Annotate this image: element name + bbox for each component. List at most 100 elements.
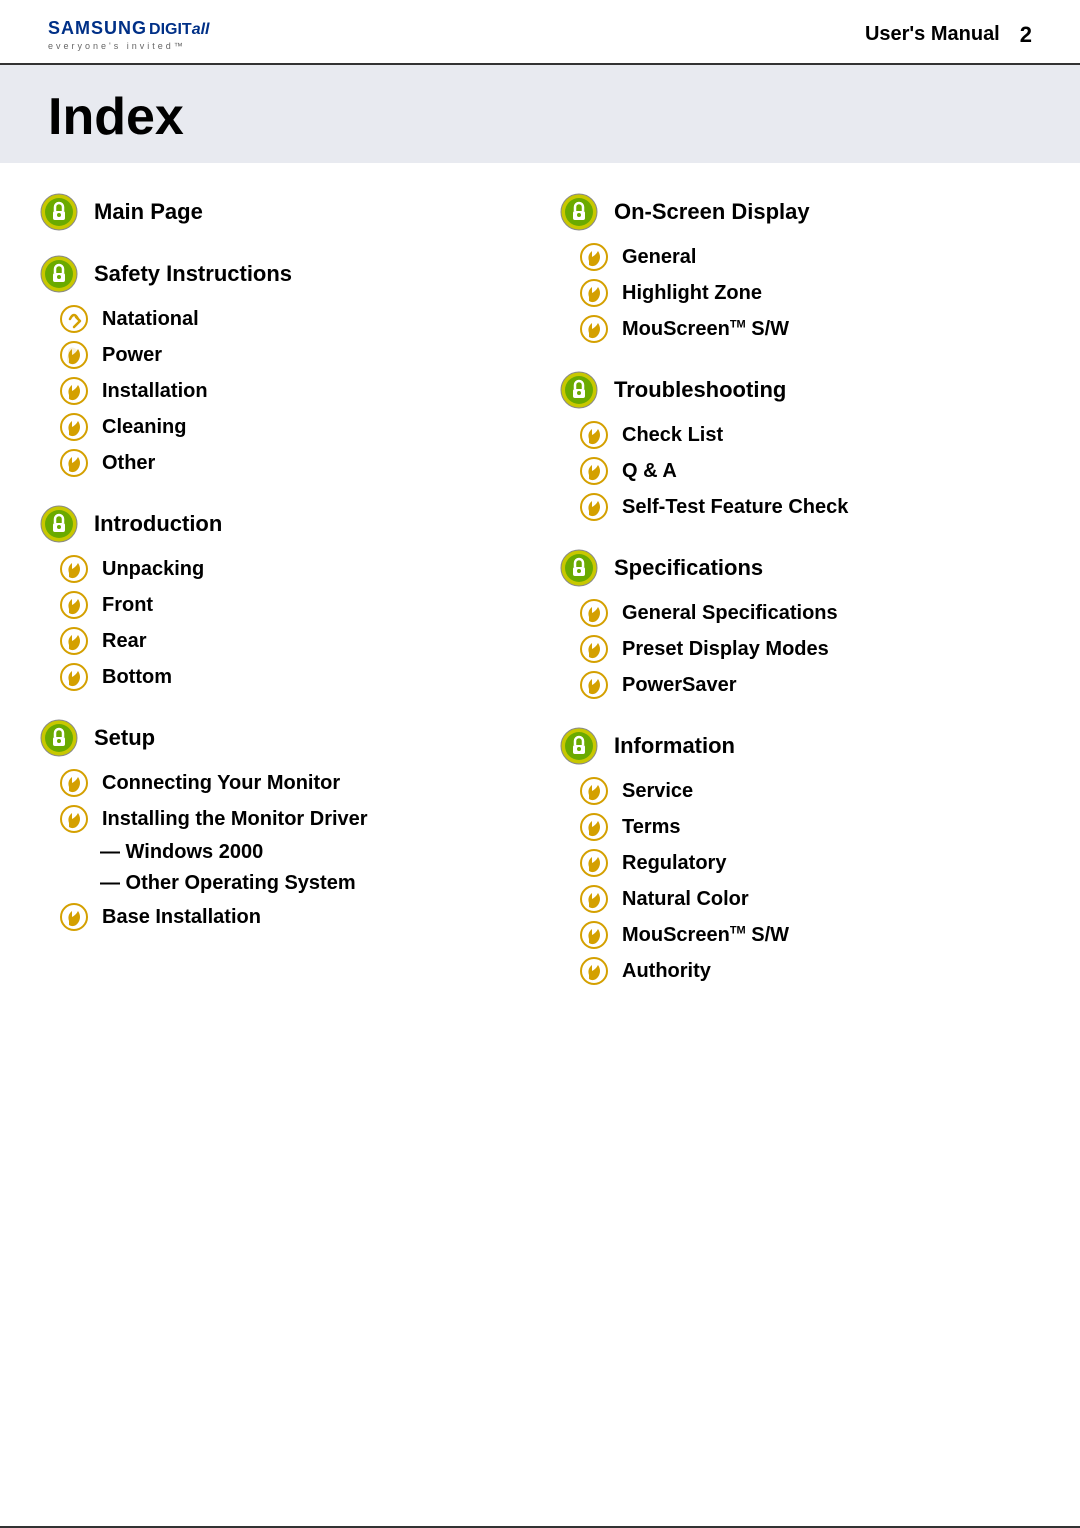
sub-arrow-icon [580, 813, 608, 841]
safety-icon[interactable] [40, 255, 78, 293]
item-terms[interactable]: Terms [560, 809, 1040, 845]
sub-arrow-icon [60, 341, 88, 369]
section-troubleshooting-title: Troubleshooting [614, 377, 786, 403]
item-rear-label: Rear [102, 630, 146, 653]
sub-arrow-icon [60, 555, 88, 583]
logo-samsung: SAMSUNG [48, 18, 147, 39]
item-unpacking[interactable]: Unpacking [40, 551, 520, 587]
item-bottom-label: Bottom [102, 666, 172, 689]
column-right: On-Screen Display General Highlight Zone… [540, 193, 1040, 1486]
section-information-header: Information [560, 727, 1040, 765]
section-osd-title: On-Screen Display [614, 199, 810, 225]
item-qanda[interactable]: Q & A [560, 453, 1040, 489]
page-wrapper: SAMSUNG DIGITall everyone's invited™ Use… [0, 0, 1080, 1528]
troubleshooting-icon[interactable] [560, 371, 598, 409]
item-authority[interactable]: Authority [560, 953, 1040, 989]
sub-arrow-icon [580, 885, 608, 913]
section-setup: Setup Connecting Your Monitor Installing… [40, 719, 520, 935]
section-osd-header: On-Screen Display [560, 193, 1040, 231]
item-front-label: Front [102, 594, 153, 617]
item-preset-display-label: Preset Display Modes [622, 638, 829, 661]
sub-arrow-icon [580, 243, 608, 271]
item-unpacking-label: Unpacking [102, 558, 204, 581]
logo-digit: DIGITall [149, 21, 209, 39]
item-cleaning-label: Cleaning [102, 416, 186, 439]
osd-icon[interactable] [560, 193, 598, 231]
item-other-os-label: — Other Operating System [100, 872, 356, 895]
header-page: 2 [1020, 22, 1032, 48]
sub-arrow-icon [580, 921, 608, 949]
header-title: User's Manual [865, 23, 1000, 46]
item-connecting-monitor[interactable]: Connecting Your Monitor [40, 765, 520, 801]
item-bottom[interactable]: Bottom [40, 659, 520, 695]
section-main-page-header: Main Page [40, 193, 520, 231]
item-rear[interactable]: Rear [40, 623, 520, 659]
item-power-label: Power [102, 344, 162, 367]
item-natational[interactable]: Natational [40, 301, 520, 337]
specifications-icon[interactable] [560, 549, 598, 587]
item-cleaning[interactable]: Cleaning [40, 409, 520, 445]
header: SAMSUNG DIGITall everyone's invited™ Use… [0, 0, 1080, 65]
item-general[interactable]: General [560, 239, 1040, 275]
logo-tagline: everyone's invited™ [48, 41, 186, 51]
section-setup-header: Setup [40, 719, 520, 757]
item-general-label: General [622, 246, 696, 269]
section-safety: Safety Instructions Natational [40, 255, 520, 481]
sub-arrow-icon [580, 457, 608, 485]
section-introduction-title: Introduction [94, 511, 222, 537]
section-safety-title: Safety Instructions [94, 261, 292, 287]
sub-arrow-icon [580, 671, 608, 699]
section-main-page: Main Page [40, 193, 520, 231]
section-setup-title: Setup [94, 725, 155, 751]
main-page-icon[interactable] [40, 193, 78, 231]
section-troubleshooting: Troubleshooting Check List Q & A Self-Te… [560, 371, 1040, 525]
item-preset-display[interactable]: Preset Display Modes [560, 631, 1040, 667]
item-other[interactable]: Other [40, 445, 520, 481]
index-title-bar: Index [0, 65, 1080, 163]
item-natational-label: Natational [102, 308, 199, 331]
item-regulatory-label: Regulatory [622, 852, 726, 875]
item-windows-2000-label: — Windows 2000 [100, 841, 263, 864]
item-installation-label: Installation [102, 380, 208, 403]
item-self-test-label: Self-Test Feature Check [622, 496, 848, 519]
information-icon[interactable] [560, 727, 598, 765]
sub-arrow-icon [60, 591, 88, 619]
introduction-icon[interactable] [40, 505, 78, 543]
section-osd: On-Screen Display General Highlight Zone… [560, 193, 1040, 347]
item-check-list[interactable]: Check List [560, 417, 1040, 453]
section-specifications: Specifications General Specifications Pr… [560, 549, 1040, 703]
item-highlight-zone[interactable]: Highlight Zone [560, 275, 1040, 311]
item-powersaver[interactable]: PowerSaver [560, 667, 1040, 703]
item-base-installation[interactable]: Base Installation [40, 899, 520, 935]
setup-icon[interactable] [40, 719, 78, 757]
item-natural-color[interactable]: Natural Color [560, 881, 1040, 917]
sub-arrow-icon [60, 449, 88, 477]
item-front[interactable]: Front [40, 587, 520, 623]
sub-arrow-icon [580, 315, 608, 343]
item-mouscreen-sw-osd[interactable]: MouScreenTM S/W [560, 311, 1040, 347]
item-self-test[interactable]: Self-Test Feature Check [560, 489, 1040, 525]
item-regulatory[interactable]: Regulatory [560, 845, 1040, 881]
item-installation[interactable]: Installation [40, 373, 520, 409]
item-mouscreen-sw-osd-label: MouScreenTM S/W [622, 318, 789, 341]
item-service[interactable]: Service [560, 773, 1040, 809]
sub-arrow-icon [580, 777, 608, 805]
item-general-specs-label: General Specifications [622, 602, 838, 625]
sub-arrow-icon [580, 957, 608, 985]
item-general-specs[interactable]: General Specifications [560, 595, 1040, 631]
item-installing-driver[interactable]: Installing the Monitor Driver [40, 801, 520, 837]
main-content: Main Page Safety Instructions [0, 163, 1080, 1516]
section-main-page-title: Main Page [94, 199, 203, 225]
section-troubleshooting-header: Troubleshooting [560, 371, 1040, 409]
item-powersaver-label: PowerSaver [622, 674, 737, 697]
sub-arrow-icon [580, 599, 608, 627]
sub-arrow-icon [580, 635, 608, 663]
item-other-os[interactable]: — Other Operating System [40, 868, 520, 899]
item-windows-2000[interactable]: — Windows 2000 [40, 837, 520, 868]
item-power[interactable]: Power [40, 337, 520, 373]
section-safety-header: Safety Instructions [40, 255, 520, 293]
item-mouscreen-sw-info[interactable]: MouScreenTM S/W [560, 917, 1040, 953]
sub-arrow-icon [60, 627, 88, 655]
item-highlight-zone-label: Highlight Zone [622, 282, 762, 305]
item-terms-label: Terms [622, 816, 681, 839]
